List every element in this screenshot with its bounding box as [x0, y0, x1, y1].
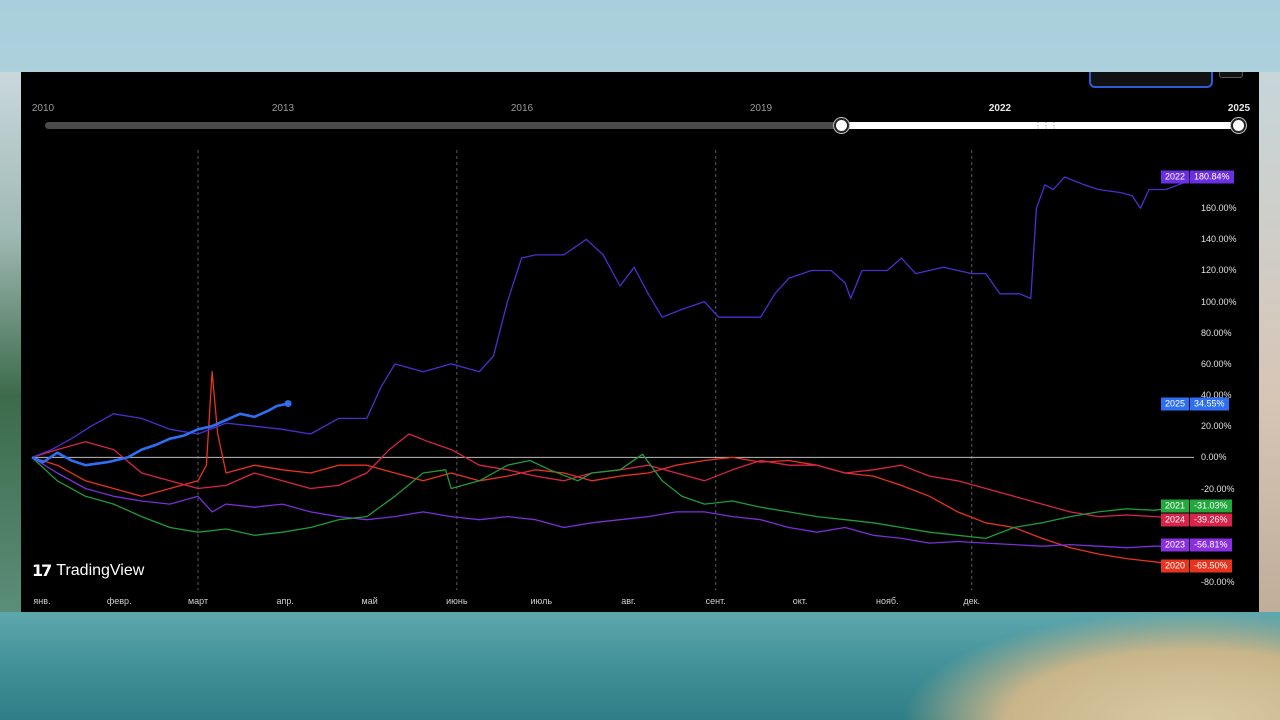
x-tick-label: июль	[530, 596, 553, 606]
series-badge-year: 2021	[1161, 499, 1190, 513]
series-badge-value: -56.81%	[1190, 538, 1232, 552]
series-badge-2023: 2023 -56.81%	[1161, 538, 1232, 552]
y-tick-label: 20.00%	[1201, 421, 1232, 432]
x-tick-label: март	[187, 596, 209, 606]
series-badge-2022: 2022 180.84%	[1161, 170, 1234, 184]
brand-name: TradingView	[56, 561, 145, 579]
x-tick-label: апр.	[276, 596, 294, 606]
series-end-dot-2025	[284, 400, 292, 408]
y-tick-label: 160.00%	[1201, 203, 1237, 214]
chart-panel: 2010 2013 2016 2019 2022 2025 ⋮⋮⋮ 160.00% 140.…	[21, 72, 1259, 612]
series-badge-year: 2020	[1161, 559, 1190, 573]
x-tick-label: сент.	[705, 596, 726, 606]
series-badge-value: -69.50%	[1190, 559, 1232, 573]
series-badge-2020: 2020 -69.50%	[1161, 559, 1232, 573]
y-tick-label: 120.00%	[1201, 265, 1237, 276]
y-tick-label: 80.00%	[1201, 327, 1232, 338]
series-badge-year: 2025	[1161, 397, 1190, 411]
x-tick-label: февр.	[106, 596, 132, 606]
series-badge-year: 2022	[1161, 170, 1190, 184]
series-badge-year: 2024	[1161, 513, 1190, 527]
y-tick-label: 140.00%	[1201, 234, 1237, 245]
series-badge-value: -31.03%	[1190, 499, 1232, 513]
x-tick-label: июнь	[446, 596, 468, 606]
x-tick-label: янв.	[33, 596, 51, 606]
y-tick-label: 0.00%	[1201, 452, 1227, 463]
line-chart	[31, 150, 1195, 590]
series-badge-2021: 2021 -31.03%	[1161, 499, 1232, 513]
series-line-2020	[31, 371, 1183, 567]
x-tick-label: дек.	[963, 596, 981, 606]
series-badge-2025: 2025 34.55%	[1161, 397, 1229, 411]
series-badge-value: 34.55%	[1190, 397, 1229, 411]
y-tick-label: 100.00%	[1201, 296, 1237, 307]
tradingview-mark-icon: 17	[32, 561, 52, 580]
background-hill	[900, 610, 1280, 720]
background-left-strip	[0, 72, 22, 612]
series-badge-value: 180.84%	[1190, 170, 1234, 184]
series-badge-value: -39.26%	[1190, 513, 1232, 527]
background-right-strip	[1258, 72, 1280, 612]
x-tick-label: нояб.	[876, 596, 899, 606]
x-tick-label: окт.	[792, 596, 808, 606]
series-badge-2024: 2024 -39.26%	[1161, 513, 1232, 527]
x-tick-label: май	[361, 596, 378, 606]
y-tick-label: -80.00%	[1201, 577, 1235, 587]
series-line-2025	[31, 402, 289, 467]
y-tick-label: -20.00%	[1201, 483, 1235, 494]
series-badge-year: 2023	[1161, 538, 1190, 552]
series-line-2024	[31, 433, 1183, 519]
series-line-2021	[31, 453, 1183, 540]
tradingview-logo: 17 TradingView	[32, 561, 144, 580]
x-tick-label: авг.	[621, 596, 636, 606]
y-tick-label: 60.00%	[1201, 358, 1232, 369]
series-line-2022	[31, 176, 1195, 459]
